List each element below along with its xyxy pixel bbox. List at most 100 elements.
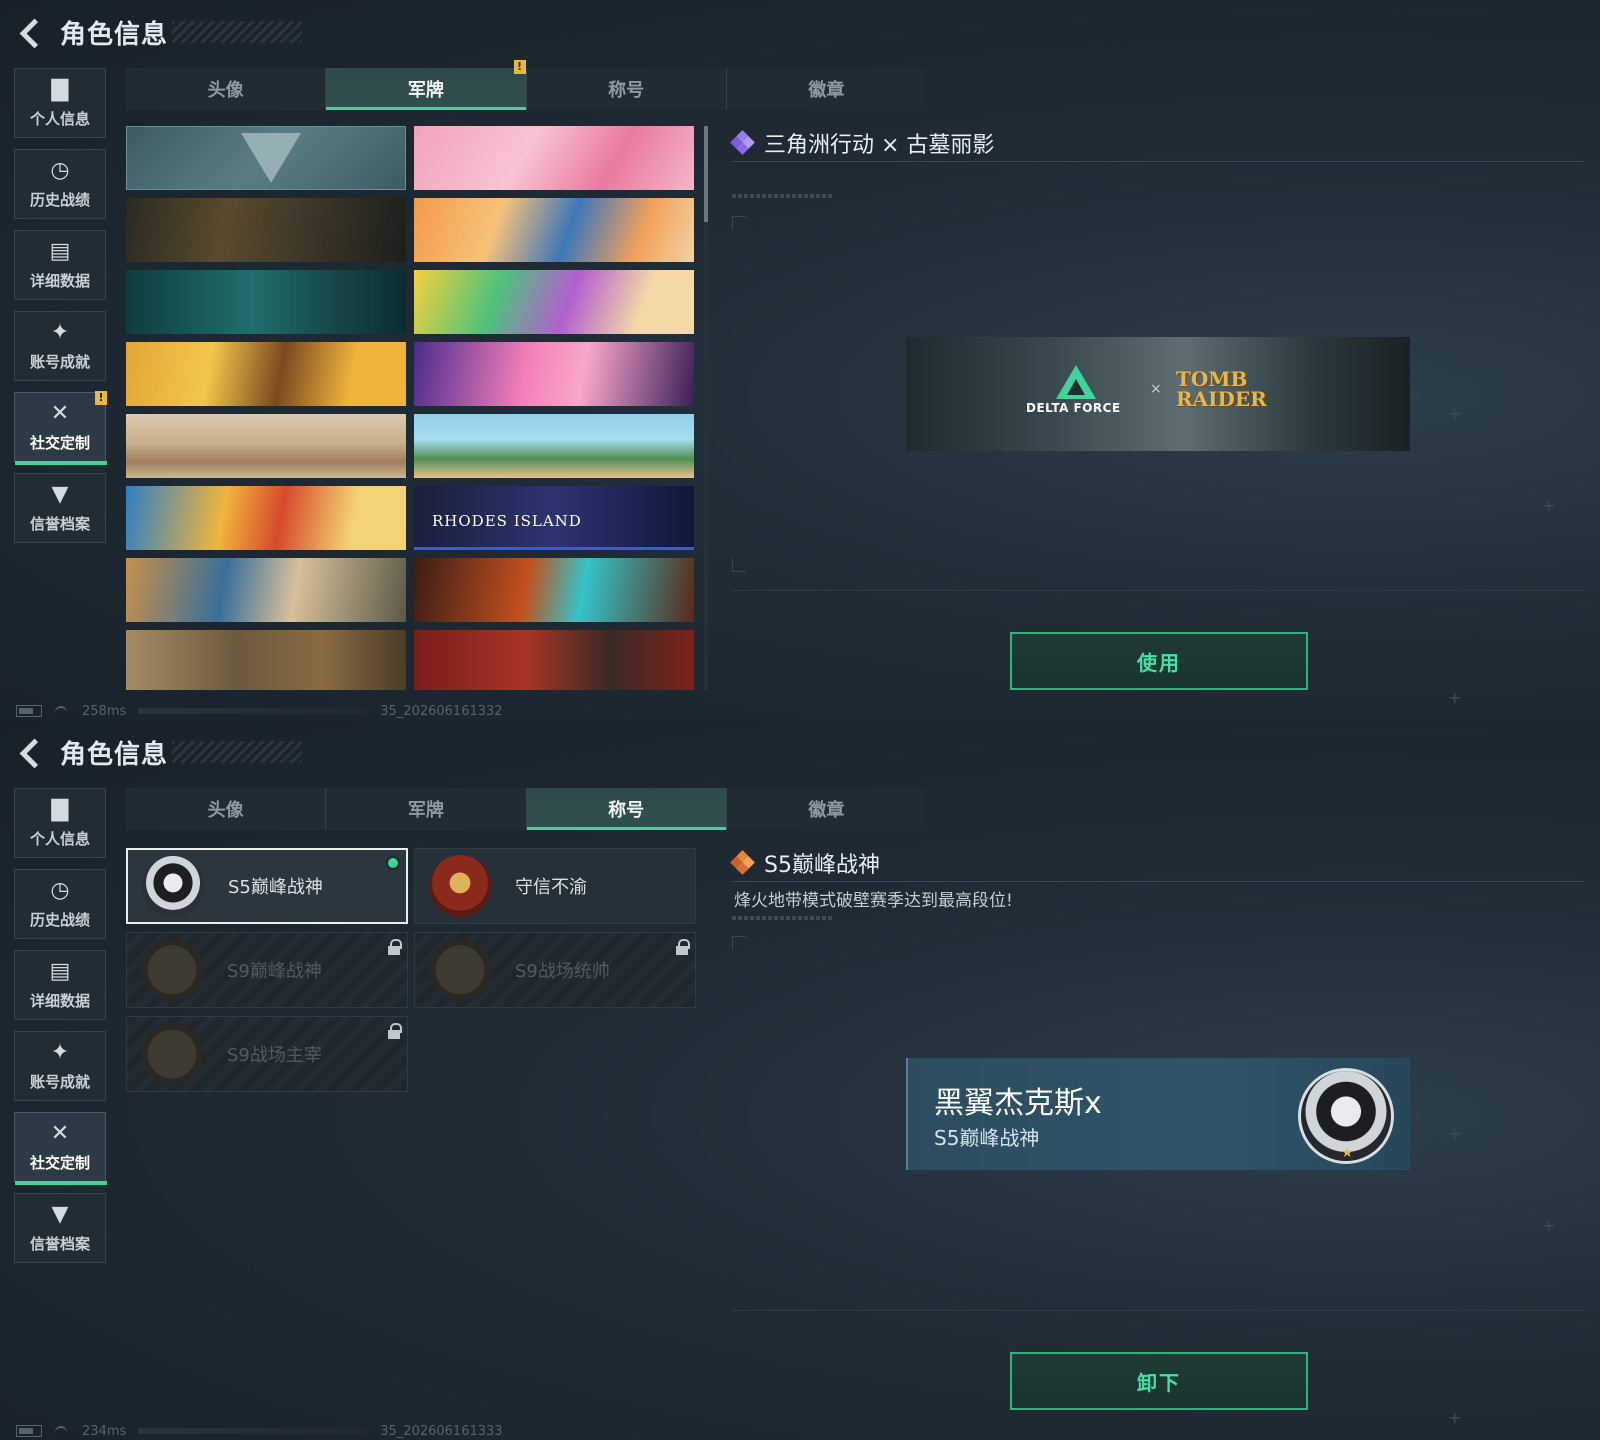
title-name: S5巅峰战神 — [228, 877, 323, 898]
banner-item[interactable]: RHODES ISLAND — [414, 486, 694, 550]
sidebar-item-social[interactable]: ✕ 社交定制 ! — [14, 391, 107, 465]
scrollbar[interactable] — [704, 126, 708, 690]
diamond-icon — [730, 849, 755, 875]
battery-icon — [16, 705, 42, 717]
sidebar-item-stats[interactable]: ▤ 详细数据 — [14, 950, 106, 1020]
delta-force-emblem-icon — [241, 133, 301, 183]
sidebar-item-credit[interactable]: ▼ 信誉档案 — [14, 1193, 106, 1263]
sidebar-item-achievements[interactable]: ✦ 账号成就 — [14, 1031, 106, 1101]
header: 角色信息 — [16, 732, 303, 772]
title-panel: 角色信息 ▇ 个人信息 ◷ 历史战绩 ▤ 详细数据 ✦ 账号成就 ✕ 社交定制 … — [0, 720, 1600, 1440]
unequip-button[interactable]: 卸下 — [1010, 1352, 1308, 1410]
plus-mark-icon: + — [1448, 1408, 1462, 1427]
sidebar-item-achievements[interactable]: ✦ 账号成就 — [14, 311, 106, 381]
diamond-icon — [730, 129, 755, 155]
tab-avatar[interactable]: 头像 — [126, 68, 327, 110]
lock-icon — [675, 939, 690, 955]
banner-item[interactable] — [126, 486, 406, 550]
tab-avatar[interactable]: 头像 — [126, 788, 327, 830]
skull-emblem-icon — [142, 855, 204, 917]
banner-item[interactable] — [126, 126, 406, 190]
ping-text: 258ms — [82, 703, 127, 719]
frame-corner — [732, 558, 746, 572]
banner-item[interactable] — [126, 630, 406, 690]
dogtag-preview: DELTA FORCE × TOMB RAIDER — [906, 337, 1410, 451]
banner-item[interactable] — [414, 414, 694, 478]
sidebar-item-label: 历史战绩 — [29, 190, 90, 209]
status-divider — [138, 1428, 369, 1434]
plus-mark-icon: + — [1542, 1216, 1556, 1235]
tab-title[interactable]: 称号 — [526, 788, 727, 830]
title-card[interactable]: S9战场统帅 — [414, 932, 696, 1008]
plus-mark-icon: + — [1448, 404, 1462, 423]
tab-bar: 头像 军牌 称号 徽章 — [126, 788, 926, 830]
lock-icon — [387, 939, 402, 955]
detail-title: 三角洲行动 × 古墓丽影 — [764, 132, 995, 158]
tab-badge[interactable]: 徽章 — [727, 68, 926, 110]
nameplate-title: S5巅峰战神 — [934, 1126, 1040, 1150]
banner-item[interactable] — [414, 198, 694, 262]
title-card[interactable]: 守信不渝 — [414, 848, 696, 924]
tab-dogtag[interactable]: 军牌 ! — [326, 60, 527, 110]
build-text: 35_202606161332 — [380, 703, 503, 719]
delta-force-logo-text: DELTA FORCE — [1026, 401, 1121, 415]
use-button[interactable]: 使用 — [1010, 632, 1308, 690]
sidebar-item-label: 详细数据 — [29, 271, 90, 290]
banner-item[interactable] — [414, 126, 694, 190]
banner-item[interactable] — [414, 558, 694, 622]
plus-mark-icon: + — [1448, 688, 1462, 707]
notification-badge: ! — [513, 60, 526, 74]
detail-header: S5巅峰战神 — [730, 844, 1584, 882]
banner-item[interactable] — [414, 270, 694, 334]
title-card[interactable]: S9战场主宰 — [126, 1016, 408, 1092]
sidebar-item-history[interactable]: ◷ 历史战绩 — [14, 149, 106, 219]
sidebar-item-profile[interactable]: ▇ 个人信息 — [14, 788, 106, 858]
status-divider — [138, 708, 369, 714]
sidebar-item-social[interactable]: ✕ 社交定制 — [14, 1112, 107, 1185]
wifi-icon — [54, 1424, 70, 1438]
sidebar-item-label: 详细数据 — [29, 991, 90, 1010]
sidebar-item-label: 历史战绩 — [29, 910, 90, 929]
title-card[interactable]: S5巅峰战神 — [126, 848, 408, 924]
tab-title[interactable]: 称号 — [527, 68, 727, 110]
delta-force-logo-icon — [1056, 365, 1096, 399]
tab-badge[interactable]: 徽章 — [727, 788, 926, 830]
sidebar-item-history[interactable]: ◷ 历史战绩 — [14, 869, 106, 939]
banner-item[interactable] — [126, 270, 406, 334]
sidebar-item-profile[interactable]: ▇ 个人信息 — [14, 68, 106, 138]
collab-x: × — [1150, 381, 1162, 397]
back-arrow-icon[interactable] — [16, 18, 44, 46]
sidebar-item-stats[interactable]: ▤ 详细数据 — [14, 230, 106, 300]
title-card[interactable]: S9巅峰战神 — [126, 932, 408, 1008]
divider — [732, 194, 832, 198]
tools-icon: ✕ — [50, 400, 70, 426]
banner-grid: RHODES ISLAND — [126, 126, 696, 690]
detail-description: 烽火地带模式破壁赛季达到最高段位! — [734, 891, 1013, 911]
page-title: 角色信息 — [60, 19, 169, 50]
banner-item[interactable] — [414, 630, 694, 690]
folder-icon: ▤ — [49, 238, 71, 264]
banner-item[interactable] — [126, 558, 406, 622]
banner-item[interactable] — [126, 198, 406, 262]
nameplate-preview: 黑翼杰克斯x S5巅峰战神 — [906, 1058, 1410, 1170]
clock-icon: ◷ — [50, 157, 70, 183]
detail-header: 三角洲行动 × 古墓丽影 — [730, 124, 1584, 162]
banner-item[interactable] — [126, 342, 406, 406]
warship-emblem-icon — [429, 939, 491, 1001]
scroll-thumb[interactable] — [704, 126, 708, 222]
sidebar-item-label: 社交定制 — [29, 1153, 90, 1172]
bar-chart-icon: ▇ — [51, 76, 69, 102]
nameplate-player-name: 黑翼杰克斯x — [934, 1086, 1102, 1121]
medal-icon: ✦ — [50, 1039, 70, 1065]
building-emblem-icon — [141, 939, 203, 1001]
tomb-raider-logo-text: TOMB RAIDER — [1176, 367, 1267, 411]
sidebar-item-credit[interactable]: ▼ 信誉档案 — [14, 473, 106, 543]
banner-item[interactable] — [414, 342, 694, 406]
tab-dogtag[interactable]: 军牌 — [326, 788, 527, 830]
build-text: 35_202606161333 — [380, 1423, 503, 1439]
banner-item[interactable] — [126, 414, 406, 478]
frame-corner — [732, 216, 746, 230]
back-arrow-icon[interactable] — [16, 738, 44, 766]
tab-bar: 头像 军牌 ! 称号 徽章 — [126, 60, 926, 110]
skull-emblem-icon — [1298, 1068, 1394, 1164]
